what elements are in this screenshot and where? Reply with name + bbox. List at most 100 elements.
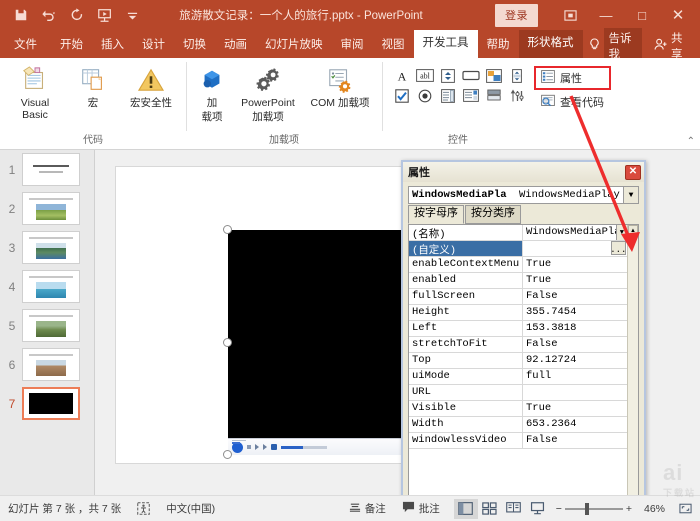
language-indicator[interactable]: 中文(中国) [158, 501, 223, 516]
command-button-icon[interactable] [461, 67, 480, 84]
chevron-up-icon[interactable]: ⌃ [687, 136, 695, 147]
slide-sorter-button[interactable] [478, 499, 502, 519]
scroll-up-button[interactable]: ▲ [627, 225, 638, 237]
table-row[interactable]: Height 355.7454 [409, 305, 627, 321]
list-item[interactable]: 4 [0, 267, 94, 306]
textbox-abl-icon[interactable]: abl [415, 67, 434, 84]
combobox-icon[interactable] [461, 87, 480, 104]
thumbnail-slide-7[interactable] [22, 387, 80, 420]
slide-thumbnail-pane[interactable]: 1 2 3 4 5 6 7 [0, 150, 95, 495]
properties-grid[interactable]: (名称) WindowsMediaPlay ▼ (自定义) ... enable… [408, 224, 639, 510]
resize-handle-bottom-left[interactable] [223, 450, 232, 459]
customize-qat-icon[interactable] [124, 6, 141, 24]
tab-home[interactable]: 开始 [51, 34, 92, 58]
option-button-icon[interactable] [415, 87, 434, 104]
property-value[interactable]: 653.2364 [523, 417, 627, 432]
object-selector-combobox[interactable]: WindowsMediaPla WindowsMediaPlay ▼ [408, 186, 639, 204]
table-row[interactable]: Visible True [409, 401, 627, 417]
label-A-icon[interactable]: A [392, 67, 411, 84]
zoom-level[interactable]: 46% [635, 503, 665, 515]
tab-file[interactable]: 文件 [0, 34, 51, 58]
table-row[interactable]: windowlessVideo False [409, 433, 627, 449]
properties-button[interactable]: 属性 [534, 66, 611, 90]
share-button[interactable]: 共享 [648, 33, 700, 61]
media-mute-button[interactable] [271, 444, 277, 450]
property-value[interactable]: 355.7454 [523, 305, 627, 320]
powerpoint-addins-button[interactable]: PowerPoint 加载项 [232, 62, 304, 126]
zoom-track[interactable] [564, 502, 623, 515]
tell-me-box[interactable]: 告诉我 [583, 28, 649, 64]
list-item[interactable]: 2 [0, 189, 94, 228]
undo-icon[interactable] [40, 6, 57, 24]
thumbnail-slide-3[interactable] [22, 231, 80, 264]
tab-shape-format[interactable]: 形状格式 [518, 30, 583, 58]
table-row[interactable]: Left 153.3818 [409, 321, 627, 337]
list-item[interactable]: 3 [0, 228, 94, 267]
media-stop-button[interactable] [247, 445, 251, 449]
macro-security-button[interactable]: 宏安全性 [122, 62, 180, 112]
slide-indicator[interactable]: 幻灯片 第 7 张 ，共 7 张 [0, 501, 129, 516]
tab-transitions[interactable]: 切换 [174, 34, 215, 58]
fit-to-window-icon[interactable] [671, 502, 700, 515]
property-value[interactable]: 153.3818 [523, 321, 627, 336]
accessibility-check-icon[interactable] [129, 502, 158, 515]
media-prev-button[interactable] [255, 444, 259, 450]
tab-review[interactable]: 审阅 [332, 34, 373, 58]
list-item[interactable]: 6 [0, 345, 94, 384]
ribbon-display-options-icon[interactable] [552, 0, 588, 30]
scrollbar-icon[interactable] [507, 67, 526, 84]
toggle-button-icon[interactable] [484, 87, 503, 104]
media-player-controls[interactable] [228, 438, 418, 455]
thumbnail-slide-6[interactable] [22, 348, 80, 381]
minimize-button[interactable]: — [588, 0, 624, 30]
reading-view-button[interactable] [502, 499, 526, 519]
image-control-icon[interactable] [484, 67, 503, 84]
maximize-button[interactable]: □ [624, 0, 660, 30]
tab-developer[interactable]: 开发工具 [413, 30, 478, 58]
property-value[interactable]: WindowsMediaPlay ▼ [523, 225, 627, 240]
zoom-out-button[interactable]: − [556, 503, 562, 515]
zoom-in-button[interactable]: + [626, 503, 632, 515]
more-controls-icon[interactable] [507, 87, 526, 104]
property-value[interactable]: False [523, 433, 627, 448]
table-row[interactable]: uiMode full [409, 369, 627, 385]
view-code-button[interactable]: 查看代码 [536, 92, 609, 112]
com-addins-button[interactable]: COM 加载项 [304, 62, 376, 112]
table-row[interactable]: (名称) WindowsMediaPlay ▼ [409, 225, 627, 241]
resize-handle-top-left[interactable] [223, 225, 232, 234]
tab-design[interactable]: 设计 [133, 34, 174, 58]
resize-handle-middle-left[interactable] [223, 338, 232, 347]
properties-scrollbar[interactable]: ▲ ▼ [626, 225, 638, 509]
normal-view-button[interactable] [453, 498, 478, 519]
table-row[interactable]: (自定义) ... [409, 241, 627, 257]
property-value[interactable]: full [523, 369, 627, 384]
table-row[interactable]: Width 653.2364 [409, 417, 627, 433]
properties-window[interactable]: 属性 ✕ WindowsMediaPla WindowsMediaPlay ▼ … [401, 160, 646, 510]
table-row[interactable]: Top 92.12724 [409, 353, 627, 369]
macro-button[interactable]: 宏 [64, 62, 122, 112]
slide-canvas[interactable] [115, 166, 422, 464]
property-value[interactable]: True [523, 273, 627, 288]
list-item[interactable]: 7 [0, 384, 94, 423]
notes-button[interactable]: 备注 [341, 501, 394, 516]
chevron-down-icon[interactable]: ▼ [623, 187, 638, 203]
table-row[interactable]: fullScreen False [409, 289, 627, 305]
property-value[interactable]: False [523, 289, 627, 304]
visual-basic-button[interactable]: Visual Basic [6, 62, 64, 124]
comments-button[interactable]: 批注 [394, 501, 448, 516]
property-value[interactable] [523, 385, 627, 400]
tab-view[interactable]: 视图 [373, 34, 414, 58]
tab-slideshow[interactable]: 幻灯片放映 [256, 34, 332, 58]
tab-insert[interactable]: 插入 [92, 34, 133, 58]
table-row[interactable]: enabled True [409, 273, 627, 289]
list-item[interactable]: 5 [0, 306, 94, 345]
table-row[interactable]: URL [409, 385, 627, 401]
table-row[interactable]: enableContextMenu True [409, 257, 627, 273]
thumbnail-slide-5[interactable] [22, 309, 80, 342]
spin-button-icon[interactable] [438, 67, 457, 84]
start-slideshow-icon[interactable] [96, 6, 113, 24]
listbox-icon[interactable] [438, 87, 457, 104]
thumbnail-slide-1[interactable] [22, 153, 80, 186]
properties-window-close-button[interactable]: ✕ [625, 164, 641, 180]
list-item[interactable]: 1 [0, 150, 94, 189]
